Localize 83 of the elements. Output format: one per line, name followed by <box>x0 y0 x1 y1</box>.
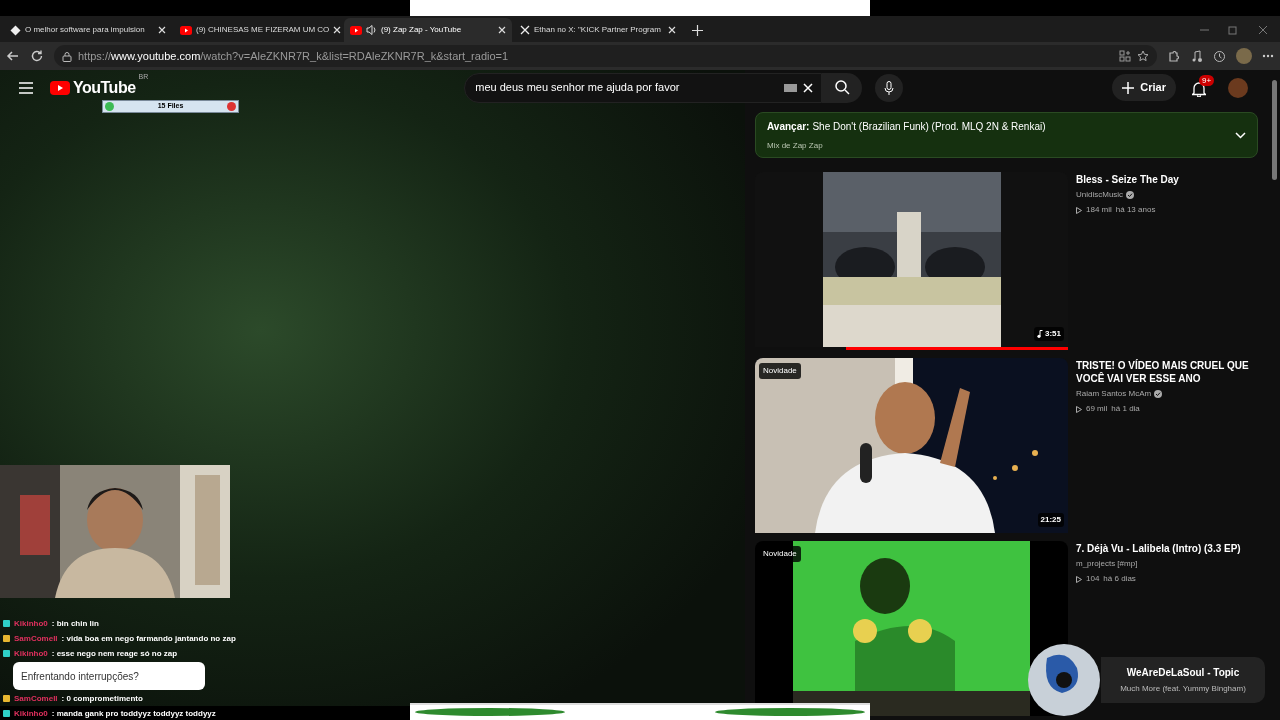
x-logo-icon <box>520 25 530 35</box>
search-button[interactable] <box>822 72 863 103</box>
chat-username: SamComell <box>14 692 58 705</box>
duration-label: 21:25 <box>1037 513 1064 527</box>
chat-message: : vida boa em nego farmando jantando no zap <box>61 632 236 645</box>
whatsapp-icon <box>105 102 114 111</box>
chat-username: SamComell <box>14 632 58 645</box>
close-icon[interactable] <box>498 26 506 34</box>
profile-avatar[interactable] <box>1236 48 1252 64</box>
tab-title: O melhor software para impulsion <box>25 24 146 36</box>
scrollbar-thumb[interactable] <box>1271 80 1277 180</box>
lock-icon <box>62 50 72 62</box>
star-icon[interactable] <box>1137 50 1149 62</box>
upload-age: há 13 anos <box>1115 204 1156 216</box>
plus-icon <box>1122 81 1135 94</box>
keyboard-icon[interactable] <box>784 83 798 92</box>
tab-title: (9) CHINESAS ME FIZERAM UM CO <box>196 24 330 36</box>
address-bar[interactable]: https://www.youtube.com/watch?v=AleZKNR7R_k&list=RDAleZKNR7R_k&start_radio=1 <box>54 45 1157 67</box>
view-count: 69 mil <box>1086 403 1108 415</box>
create-button[interactable]: Criar <box>1112 74 1176 101</box>
channel-name[interactable]: UnidiscMusic <box>1076 189 1124 201</box>
close-icon[interactable] <box>158 26 166 34</box>
new-tab-icon[interactable] <box>692 25 703 36</box>
chevron-down-icon[interactable] <box>1235 131 1246 139</box>
search-icon <box>834 80 850 95</box>
history-icon[interactable] <box>1213 49 1226 63</box>
video-player[interactable] <box>0 70 745 720</box>
view-count: 104 <box>1086 573 1100 585</box>
url-text: https://www.youtube.com/watch?v=AleZKNR7R_k&list=RDAleZKNR7R_k&start_radio=1 <box>78 48 509 64</box>
browser-tab[interactable]: Ethan no X: "KICK Partner Program <box>514 18 682 42</box>
new-badge: Novidade <box>759 363 801 379</box>
upload-age: há 6 dias <box>1103 573 1136 585</box>
video-title[interactable]: TRISTE! O VÍDEO MAIS CRUEL QUE VOCÊ VAI VER ESSE ANO <box>1076 359 1256 385</box>
chat-message: : 0 comprometimento <box>61 692 143 705</box>
notice-text: Enfrentando interrupções? <box>21 669 139 684</box>
play-icon <box>1076 405 1082 413</box>
browser-tab[interactable]: (9) Zap Zap - YouTube <box>344 18 512 42</box>
chat-username: Kikinho0 <box>14 617 48 630</box>
play-logo-icon <box>180 25 192 35</box>
speaker-icon[interactable] <box>366 25 377 35</box>
channel-name[interactable]: Raiam Santos McAm <box>1076 388 1152 400</box>
duration-label: 3:51 <box>1034 327 1064 341</box>
search-field[interactable]: meu deus meu senhor me ajuda por favor <box>464 72 823 103</box>
music-note-icon <box>1037 330 1043 338</box>
up-next-label: Avançar: <box>767 119 810 134</box>
tab-title: Ethan no X: "KICK Partner Program <box>534 24 662 36</box>
video-title[interactable]: Bless - Seize The Day <box>1076 173 1256 186</box>
mini-player[interactable]: WeAreDeLaSoul - Topic Much More (feat. Yummy Bingham) <box>1101 657 1265 703</box>
chat-username: Kikinho0 <box>14 707 48 720</box>
reload-icon[interactable] <box>30 49 44 63</box>
chat-message: : manda gank pro toddyyz toddyyz toddyyz <box>51 707 216 720</box>
up-next-subtitle: Mix de Zap Zap <box>767 139 824 152</box>
voice-search-button[interactable] <box>875 73 904 102</box>
microphone-icon <box>884 80 895 95</box>
view-count: 184 mil <box>1086 204 1112 216</box>
close-icon[interactable] <box>333 26 342 34</box>
youtube-logo[interactable]: YouTube <box>73 75 136 100</box>
play-icon <box>1076 575 1082 583</box>
browser-tab[interactable]: (9) CHINESAS ME FIZERAM UM CO <box>174 18 342 42</box>
up-next-card[interactable]: Avançar: She Don't (Brazilian Funk) (Prod. MLQ 2N & Renkai) Mix de Zap Zap <box>755 112 1258 158</box>
tab-title: (9) Zap Zap - YouTube <box>381 24 463 36</box>
video-title[interactable]: 7. Déjà Vu - Lalibela (Intro) (3.3 EP) <box>1076 542 1256 555</box>
upload-age: há 1 dia <box>1111 403 1140 415</box>
mini-player-subtitle: Much More (feat. Yummy Bingham) <box>1120 683 1246 695</box>
apps-icon[interactable] <box>1119 50 1131 62</box>
more-icon[interactable] <box>1262 54 1274 58</box>
play-icon <box>1076 206 1082 214</box>
up-next-title: She Don't (Brazilian Funk) (Prod. MLQ 2N & Renkai) <box>812 119 1046 134</box>
browser-tab[interactable]: O melhor software para impulsion <box>4 18 172 42</box>
chat-message: : esse nego nem reage só no zap <box>51 647 178 660</box>
notification-badge: 9+ <box>1199 74 1215 86</box>
close-icon[interactable] <box>668 26 676 34</box>
mini-player-title: WeAreDeLaSoul - Topic <box>1126 666 1240 680</box>
window-controls-drawing[interactable] <box>1198 24 1270 36</box>
channel-name[interactable]: m_projects [#mp] <box>1076 558 1138 570</box>
menu-icon[interactable] <box>19 81 33 94</box>
extensions-icon[interactable] <box>1167 49 1180 63</box>
play-logo-icon <box>350 25 362 35</box>
media-icon[interactable] <box>1190 49 1203 63</box>
chat-username: Kikinho0 <box>14 647 48 660</box>
diamond-icon <box>10 24 21 36</box>
back-icon[interactable] <box>6 49 20 63</box>
chat-message: : bin chin lin <box>51 617 99 630</box>
